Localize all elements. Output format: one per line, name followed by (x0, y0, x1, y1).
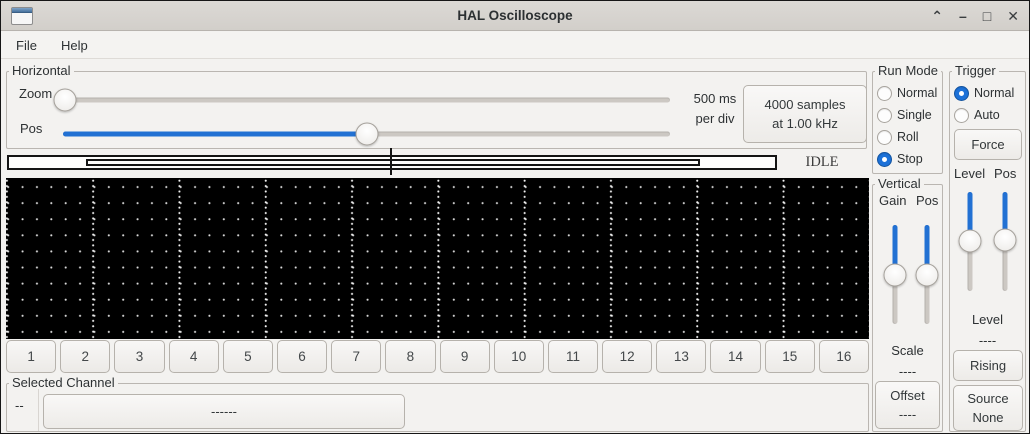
channel-button-13[interactable]: 13 (656, 340, 706, 373)
run-mode-group-label: Run Mode (875, 63, 941, 78)
channel-button-4[interactable]: 4 (169, 340, 219, 373)
radio-auto[interactable]: Auto (954, 104, 1014, 126)
force-button[interactable]: Force (954, 129, 1022, 160)
scale-value: ---- (873, 364, 942, 379)
slider-track (59, 98, 670, 103)
trigger-pos-slider[interactable] (993, 192, 1017, 291)
vertical-group-label: Vertical (875, 176, 924, 191)
channel-button-12[interactable]: 12 (602, 340, 652, 373)
slider-handle[interactable] (916, 263, 939, 286)
channel-button-row: 12345678910111213141516 (6, 340, 869, 373)
trigger-group-label: Trigger (952, 63, 999, 78)
trigger-group: Trigger NormalAuto Force Level Pos Level… (949, 71, 1026, 432)
menu-file[interactable]: File (7, 34, 46, 57)
channel-button-6[interactable]: 6 (277, 340, 327, 373)
radio-circle (877, 152, 892, 167)
radio-normal[interactable]: Normal (954, 82, 1014, 104)
radio-circle (877, 108, 892, 123)
channel-button-8[interactable]: 8 (385, 340, 435, 373)
selected-channel-value: -- (15, 398, 24, 413)
horizontal-group: Horizontal Zoom Pos 500 ms per div 4000 … (6, 71, 867, 149)
vertical-gain-slider[interactable] (883, 225, 907, 324)
channel-button-2[interactable]: 2 (60, 340, 110, 373)
offset-button[interactable]: Offset ---- (875, 381, 940, 429)
channel-button-14[interactable]: 14 (710, 340, 760, 373)
trigger-position-marker (390, 148, 392, 175)
vertical-pos-slider[interactable] (915, 225, 939, 324)
channel-button-5[interactable]: 5 (223, 340, 273, 373)
maximize-icon[interactable]: □ (983, 9, 991, 23)
horizontal-pos-slider[interactable] (63, 122, 670, 146)
titlebar[interactable]: HAL Oscilloscope ⌃ – □ ✕ (1, 1, 1029, 31)
window-icon (11, 7, 33, 25)
trigger-level-slider[interactable] (958, 192, 982, 291)
window-controls: ⌃ – □ ✕ (931, 1, 1019, 31)
selected-channel-name-button[interactable]: ------ (43, 394, 405, 429)
zoom-slider-label: Zoom (19, 86, 52, 101)
radio-circle (877, 130, 892, 145)
trigger-pos-slider-label: Pos (994, 166, 1016, 181)
slider-handle[interactable] (884, 263, 907, 286)
channel-button-10[interactable]: 10 (494, 340, 544, 373)
channel-button-7[interactable]: 7 (331, 340, 381, 373)
menu-help[interactable]: Help (52, 34, 97, 57)
pos-slider-label: Pos (20, 121, 42, 136)
run-mode-options: NormalSingleRollStop (877, 82, 937, 170)
channel-button-3[interactable]: 3 (114, 340, 164, 373)
trigger-edge-button[interactable]: Rising (953, 350, 1023, 381)
time-per-div: 500 ms per div (685, 89, 745, 129)
vertical-group: Vertical Gain Pos Scale ---- Offset ---- (872, 184, 943, 432)
trigger-source-button[interactable]: Source None (953, 385, 1023, 431)
sample-rate-button[interactable]: 4000 samples at 1.00 kHz (743, 85, 867, 143)
slider-handle[interactable] (994, 228, 1017, 251)
close-icon[interactable]: ✕ (1007, 9, 1019, 23)
scale-label: Scale (873, 343, 942, 358)
radio-normal[interactable]: Normal (877, 82, 937, 104)
record-view-window (86, 159, 700, 166)
gain-slider-label: Gain (879, 193, 906, 208)
radio-stop[interactable]: Stop (877, 148, 937, 170)
channel-button-16[interactable]: 16 (819, 340, 869, 373)
trigger-level-value: ---- (950, 333, 1025, 348)
status-badge: IDLE (789, 154, 855, 171)
menubar: File Help (1, 32, 1029, 59)
minimize-icon[interactable]: – (959, 9, 967, 23)
channel-button-15[interactable]: 15 (765, 340, 815, 373)
selected-channel-divider (38, 389, 39, 431)
radio-roll[interactable]: Roll (877, 126, 937, 148)
horizontal-group-label: Horizontal (9, 63, 74, 78)
selected-channel-group-label: Selected Channel (9, 375, 118, 390)
radio-circle (877, 86, 892, 101)
shade-icon[interactable]: ⌃ (931, 9, 943, 23)
slider-handle[interactable] (355, 123, 378, 146)
slider-handle[interactable] (54, 89, 77, 112)
run-mode-group: Run Mode NormalSingleRollStop (872, 71, 943, 174)
radio-single[interactable]: Single (877, 104, 937, 126)
channel-button-11[interactable]: 11 (548, 340, 598, 373)
radio-circle (954, 86, 969, 101)
window-title: HAL Oscilloscope (1, 8, 1029, 23)
channel-button-9[interactable]: 9 (440, 340, 490, 373)
scope-display[interactable] (6, 178, 869, 339)
vertical-pos-slider-label: Pos (916, 193, 938, 208)
trigger-options: NormalAuto (954, 82, 1014, 126)
channel-button-1[interactable]: 1 (6, 340, 56, 373)
hal-oscilloscope-window: HAL Oscilloscope ⌃ – □ ✕ File Help Horiz… (0, 0, 1030, 434)
trigger-level-label: Level (950, 312, 1025, 327)
slider-handle[interactable] (959, 229, 982, 252)
radio-circle (954, 108, 969, 123)
horizontal-zoom-slider[interactable] (59, 88, 670, 112)
trigger-level-slider-label: Level (954, 166, 985, 181)
